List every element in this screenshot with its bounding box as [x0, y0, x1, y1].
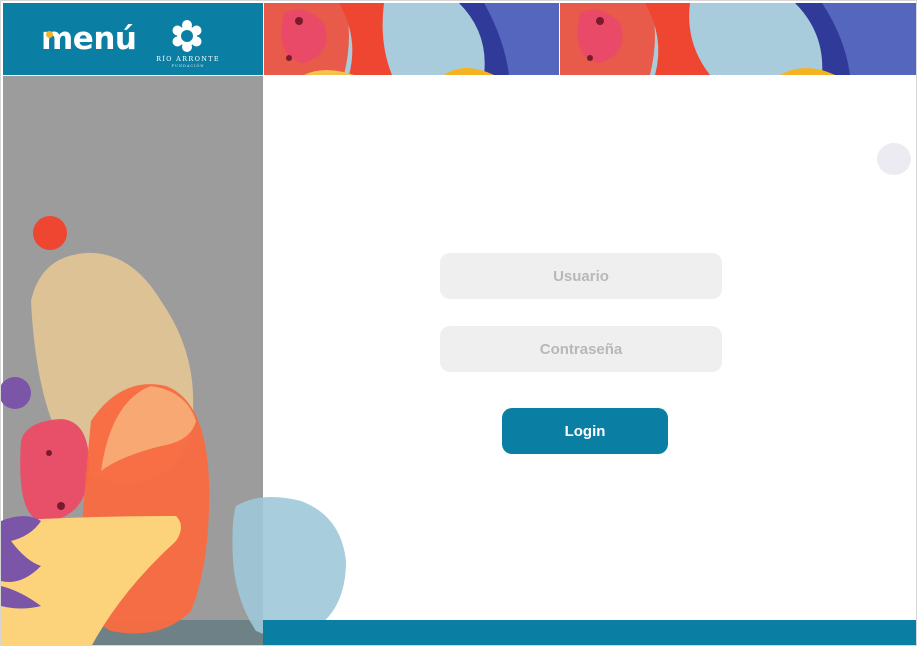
foundation-name: RÍO ARRONTE — [156, 55, 220, 63]
username-input[interactable] — [440, 253, 722, 299]
header-pattern — [560, 3, 916, 75]
foundation-subtitle: FUNDACIÓN — [171, 64, 205, 68]
footer-bar — [263, 620, 916, 645]
login-button[interactable]: Login — [502, 408, 668, 454]
header-pattern — [264, 3, 559, 75]
login-screen: menú RÍO ARRONTE FUNDACIÓN Usuario Login — [0, 0, 917, 646]
decorative-bubble — [877, 143, 911, 175]
app-logo: menú — [41, 21, 137, 57]
password-input[interactable] — [440, 326, 722, 372]
header-logo-block: menú RÍO ARRONTE FUNDACIÓN — [3, 3, 263, 75]
foundation-logo: RÍO ARRONTE FUNDACIÓN — [147, 19, 229, 69]
footer-left — [3, 620, 263, 645]
logo-dot — [46, 31, 53, 38]
side-panel — [3, 76, 263, 645]
flower-ring-icon — [172, 20, 202, 52]
